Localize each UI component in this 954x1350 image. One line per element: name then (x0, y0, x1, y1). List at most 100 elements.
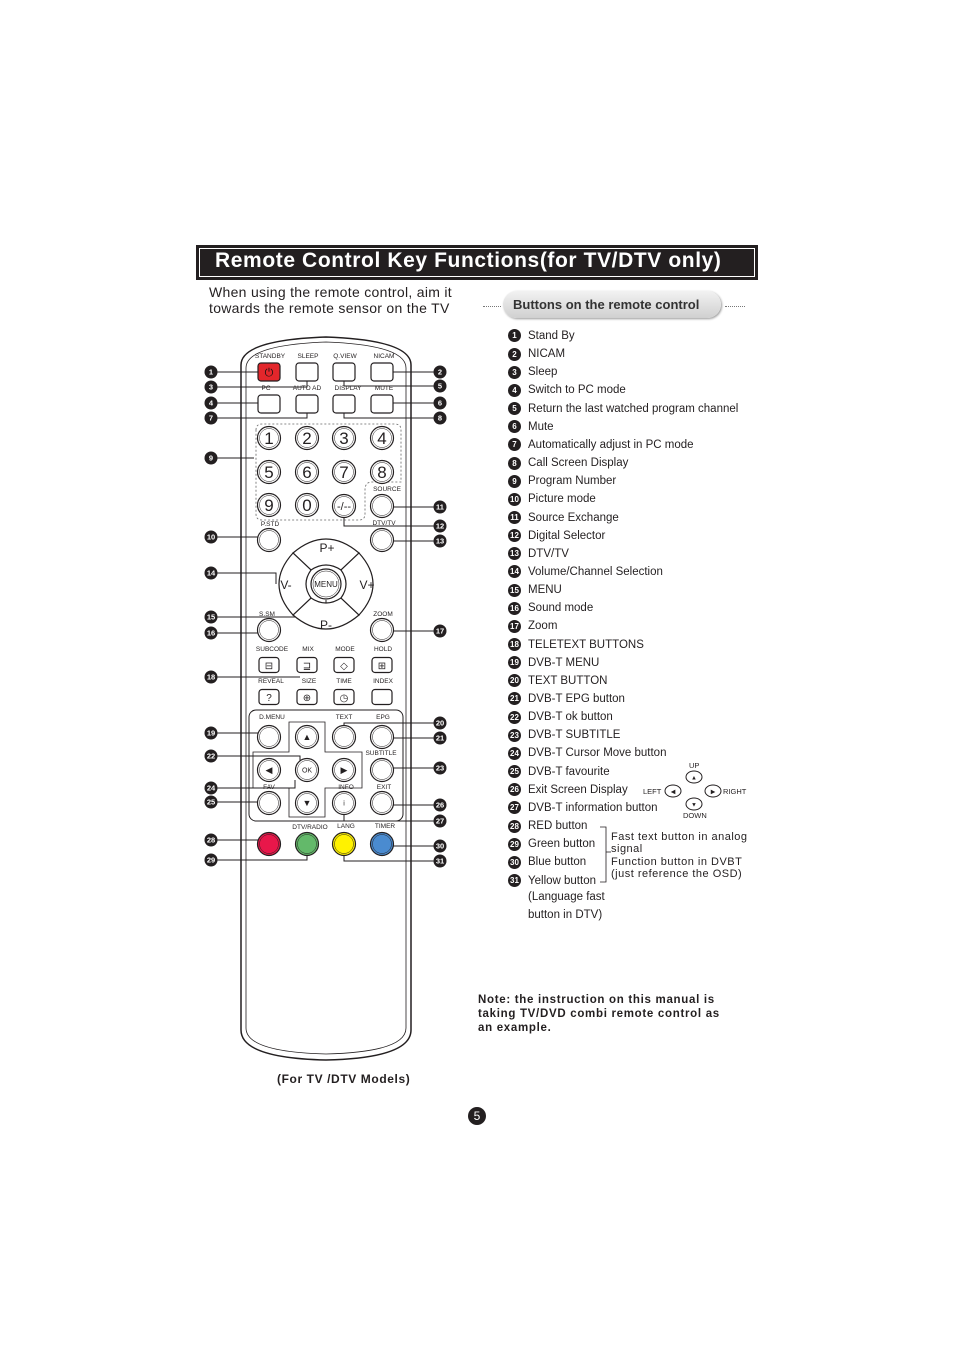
function-label: Stand By (528, 330, 575, 342)
number-badge: 22 (508, 710, 521, 724)
digit-5-button-text: 5 (264, 463, 273, 482)
callout-number: 15 (207, 613, 215, 622)
button-label: DTV/RADIO (292, 824, 327, 831)
exit-button[interactable] (369, 790, 395, 816)
callout-number: 1 (209, 368, 213, 377)
note-line-3: an example. (478, 1022, 552, 1034)
cursor-diagram-left-arrow: ◀ (671, 790, 676, 796)
cursor-left-button-text: ◀ (266, 765, 273, 775)
button-label: MIX (302, 646, 314, 653)
display-button[interactable] (332, 394, 356, 414)
button-label: MODE (335, 646, 355, 653)
button-label: LANG (337, 823, 355, 830)
button-label: PC (261, 385, 270, 392)
callout-number: 17 (436, 627, 444, 636)
function-label: NICAM (528, 348, 566, 361)
digit-9-button-text: 9 (264, 496, 273, 515)
remote-control-diagram: STANDBY SLEEP Q.VIEW NICAMPC AUTO AD DISPLAY M… (204, 336, 722, 1061)
subcode-icon: ⊟ (265, 661, 273, 672)
pc-button[interactable] (257, 394, 281, 414)
function-item: 23 DVB-T SUBTITLE (508, 727, 620, 743)
button-label: SOURCE (373, 486, 401, 493)
qview-button[interactable] (332, 362, 356, 382)
size-icon: ⊕ (303, 693, 311, 704)
dmenu-button[interactable] (256, 724, 282, 750)
number-badge: 26 (508, 783, 521, 797)
callout-number: 12 (436, 522, 444, 531)
number-badge: 20 (508, 674, 521, 688)
callout-number: 8 (438, 414, 442, 423)
button-label: NICAM (374, 353, 395, 360)
callout-number: 3 (209, 383, 213, 392)
subtitle-button[interactable] (369, 757, 395, 783)
dtv-tv-button[interactable] (369, 527, 395, 553)
cursor-down-button-text: ▼ (303, 798, 312, 808)
digit-8-button-text: 8 (377, 463, 386, 482)
sleep-button[interactable] (295, 362, 319, 382)
epg-button[interactable] (369, 724, 395, 750)
fav-button[interactable] (256, 790, 282, 816)
ssm-button[interactable] (256, 617, 282, 643)
button-label: TIMER (375, 823, 396, 830)
function-item: 17 Zoom (508, 618, 557, 634)
function-item: 15 MENU (508, 582, 562, 598)
function-item: 3 Sleep (508, 364, 557, 380)
number-badge: 21 (508, 692, 521, 706)
function-label: TELETEXT BUTTONS (528, 638, 644, 651)
digit-selector-button-text: -/-- (337, 501, 351, 513)
callout-number: 11 (436, 503, 444, 512)
callout-number: 31 (436, 857, 444, 866)
function-item: 21 DVB-T EPG button (508, 691, 625, 707)
red-button[interactable] (256, 831, 282, 857)
time-icon: ◷ (340, 693, 349, 704)
digit-0-button-text: 0 (302, 496, 311, 515)
function-item: 4 Switch to PC mode (508, 382, 626, 398)
yellow-button[interactable] (331, 831, 357, 857)
function-label: Switch to PC mode (528, 384, 626, 397)
function-label: Program Number (528, 475, 617, 488)
auto-ad-button[interactable] (295, 394, 319, 414)
number-badge: 10 (508, 492, 521, 506)
button-label: INDEX (373, 678, 394, 685)
ok-button-text: OK (302, 768, 312, 775)
zoom-button[interactable] (369, 617, 395, 643)
function-item: 14 Volume/Channel Selection (508, 564, 663, 580)
text-button[interactable] (331, 724, 357, 750)
side-note-2: signal (611, 843, 643, 855)
function-item: 20 TEXT BUTTON (508, 673, 607, 689)
number-badge: 30 (508, 855, 521, 869)
number-badge: 3 (508, 365, 521, 379)
function-item: 5 Return the last watched program channel (508, 401, 738, 417)
number-badge: 6 (508, 420, 521, 434)
yellow-note-2: button in DTV) (528, 909, 603, 921)
index-button[interactable] (371, 688, 393, 706)
nicam-button[interactable] (370, 362, 394, 382)
function-label: Automatically adjust in PC mode (528, 438, 694, 451)
function-item: 12 Digital Selector (508, 528, 605, 544)
function-item: 28 RED button (508, 818, 587, 834)
number-badge: 18 (508, 638, 521, 652)
source-button[interactable] (369, 493, 395, 519)
callout-number: 21 (436, 734, 444, 743)
function-label: DVB-T MENU (528, 656, 600, 669)
function-label: Sleep (528, 366, 558, 379)
note-line-1: Note: the instruction on this manual is (478, 994, 715, 1006)
function-label: RED button (528, 820, 588, 833)
green-button[interactable] (294, 831, 320, 857)
function-label: Green button (528, 838, 596, 851)
function-item: 7 Automatically adjust in PC mode (508, 437, 694, 453)
mute-button[interactable] (370, 394, 394, 414)
callout-number: 16 (207, 629, 215, 638)
callout-number: 27 (436, 817, 444, 826)
blue-button[interactable] (369, 831, 395, 857)
function-label: Digital Selector (528, 529, 606, 542)
cursor-diagram-right-arrow: ▶ (711, 790, 716, 796)
pstd-button[interactable] (256, 527, 282, 553)
yellow-note-1: (Language fast (528, 891, 605, 903)
button-label: SIZE (302, 678, 317, 685)
function-label: DVB-T EPG button (528, 693, 625, 705)
number-badge: 28 (508, 819, 521, 833)
digit-2-button-text: 2 (302, 429, 311, 448)
function-item: 11 Source Exchange (508, 510, 619, 526)
button-label: HOLD (374, 646, 392, 653)
